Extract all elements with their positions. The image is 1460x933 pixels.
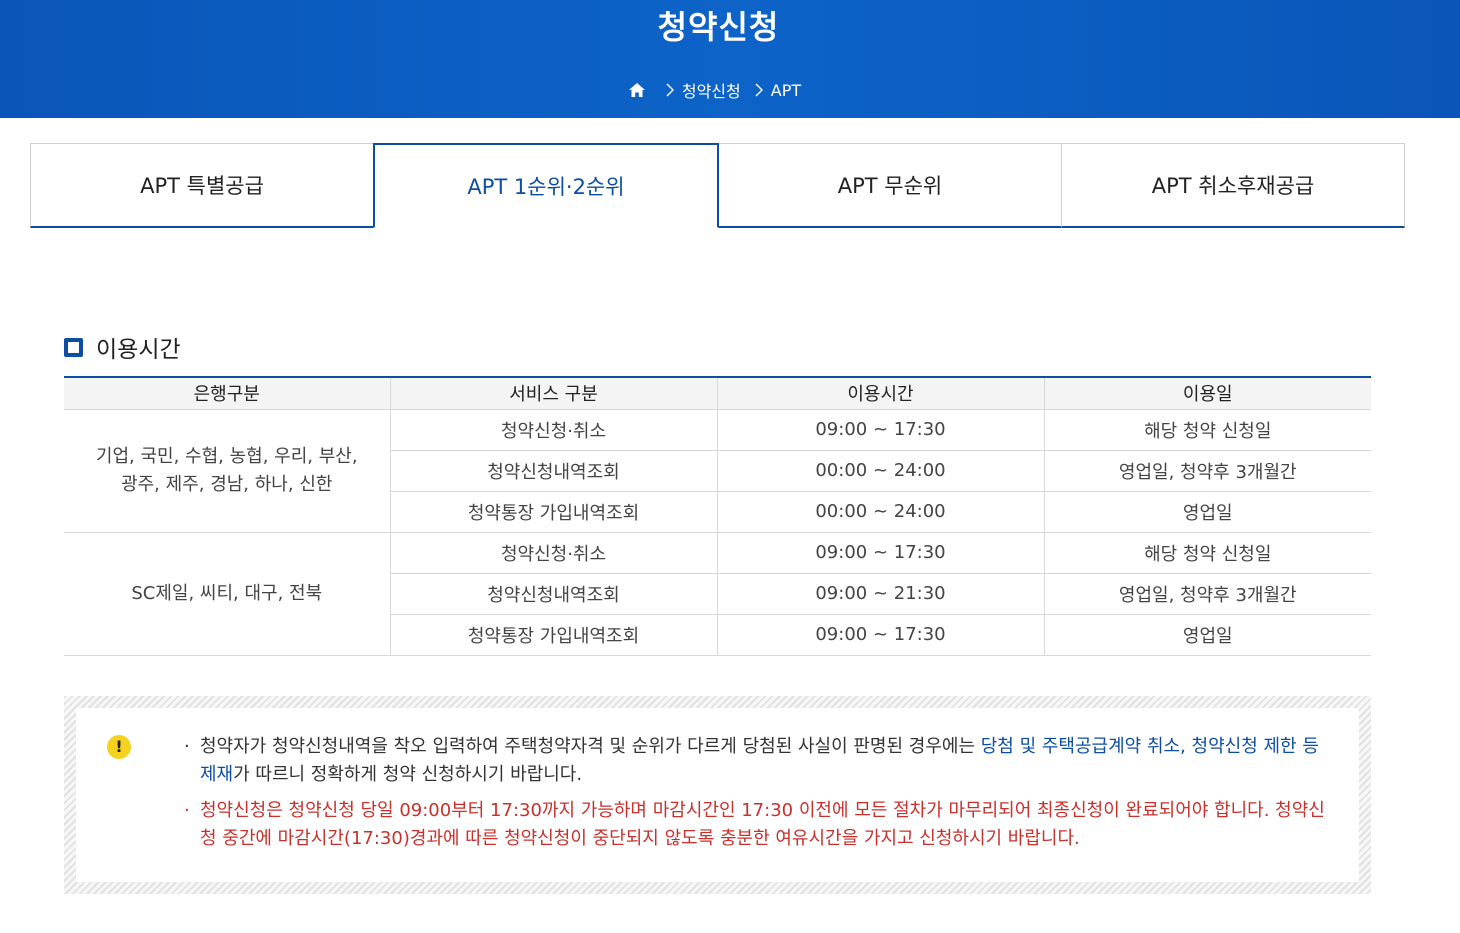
bank-line: 기업, 국민, 수협, 농협, 우리, 부산, bbox=[95, 445, 358, 467]
service-cell: 청약신청·취소 bbox=[389, 409, 717, 451]
exclamation-icon: ! bbox=[107, 735, 131, 759]
bank-line: 광주, 제주, 경남, 하나, 신한 bbox=[121, 473, 333, 495]
day-cell: 영업일 bbox=[1043, 491, 1371, 533]
breadcrumb-item[interactable]: 청약신청 bbox=[682, 78, 741, 102]
time-cell: 00:00 ~ 24:00 bbox=[716, 491, 1044, 533]
time-cell: 09:00 ~ 17:30 bbox=[716, 409, 1044, 451]
page-banner: 청약신청 청약신청 APT bbox=[0, 0, 1460, 118]
column-header: 은행구분 bbox=[64, 376, 390, 410]
table-row: 기업, 국민, 수협, 농협, 우리, 부산, 광주, 제주, 경남, 하나, … bbox=[64, 409, 1371, 533]
service-cell: 청약신청내역조회 bbox=[389, 573, 717, 615]
notice-text: 청약자가 청약신청내역을 착오 입력하여 주택청약자격 및 순위가 다르게 당첨… bbox=[200, 736, 981, 757]
bank-group-cell: 기업, 국민, 수협, 농협, 우리, 부산, 광주, 제주, 경남, 하나, … bbox=[64, 409, 390, 533]
notice-text: 가 따르니 정확하게 청약 신청하시기 바랍니다. bbox=[233, 764, 583, 785]
column-header: 이용시간 bbox=[716, 376, 1044, 410]
time-cell: 09:00 ~ 21:30 bbox=[716, 573, 1044, 615]
section-heading: 이용시간 bbox=[64, 330, 181, 364]
notice-item: 청약자가 청약신청내역을 착오 입력하여 주택청약자격 및 순위가 다르게 당첨… bbox=[184, 733, 1334, 789]
service-cell: 청약신청·취소 bbox=[389, 532, 717, 574]
usage-time-table: 은행구분 서비스 구분 이용시간 이용일 기업, 국민, 수협, 농협, 우리,… bbox=[64, 376, 1371, 656]
tab-no-rank[interactable]: APT 무순위 bbox=[718, 143, 1062, 228]
home-icon[interactable] bbox=[628, 81, 646, 99]
tab-resupply[interactable]: APT 취소후재공급 bbox=[1061, 143, 1405, 228]
column-header: 서비스 구분 bbox=[389, 376, 717, 410]
service-cell: 청약통장 가입내역조회 bbox=[389, 614, 717, 656]
chevron-right-icon bbox=[666, 83, 674, 97]
bank-group-cell: SC제일, 씨티, 대구, 전북 bbox=[64, 532, 390, 656]
section-title: 이용시간 bbox=[96, 337, 181, 363]
tab-special-supply[interactable]: APT 특별공급 bbox=[30, 143, 374, 228]
service-cell: 청약통장 가입내역조회 bbox=[389, 491, 717, 533]
table-header-row: 은행구분 서비스 구분 이용시간 이용일 bbox=[64, 376, 1371, 410]
notice-content: ! 청약자가 청약신청내역을 착오 입력하여 주택청약자격 및 순위가 다르게 … bbox=[76, 708, 1359, 882]
page-title: 청약신청 bbox=[657, 8, 780, 46]
notice-item-warning: 청약신청은 청약신청 당일 09:00부터 17:30까지 가능하며 마감시간인… bbox=[184, 797, 1334, 853]
tab-bar: APT 특별공급 APT 1순위·2순위 APT 무순위 APT 취소후재공급 bbox=[30, 143, 1405, 228]
time-cell: 09:00 ~ 17:30 bbox=[716, 614, 1044, 656]
service-cell: 청약신청내역조회 bbox=[389, 450, 717, 492]
day-cell: 해당 청약 신청일 bbox=[1043, 409, 1371, 451]
notice-list: 청약자가 청약신청내역을 착오 입력하여 주택청약자격 및 순위가 다르게 당첨… bbox=[184, 733, 1334, 861]
breadcrumb: 청약신청 APT bbox=[0, 78, 1437, 102]
day-cell: 영업일, 청약후 3개월간 bbox=[1043, 450, 1371, 492]
day-cell: 영업일, 청약후 3개월간 bbox=[1043, 573, 1371, 615]
table-row: SC제일, 씨티, 대구, 전북 청약신청·취소 09:00 ~ 17:30 해… bbox=[64, 532, 1371, 656]
time-cell: 00:00 ~ 24:00 bbox=[716, 450, 1044, 492]
column-header: 이용일 bbox=[1043, 376, 1371, 410]
chevron-right-icon bbox=[755, 83, 763, 97]
square-bullet-icon bbox=[64, 337, 83, 357]
tab-first-second-rank[interactable]: APT 1순위·2순위 bbox=[373, 143, 719, 228]
day-cell: 영업일 bbox=[1043, 614, 1371, 656]
notice-box: ! 청약자가 청약신청내역을 착오 입력하여 주택청약자격 및 순위가 다르게 … bbox=[64, 696, 1371, 894]
time-cell: 09:00 ~ 17:30 bbox=[716, 532, 1044, 574]
day-cell: 해당 청약 신청일 bbox=[1043, 532, 1371, 574]
breadcrumb-item[interactable]: APT bbox=[771, 81, 801, 100]
bank-line: SC제일, 씨티, 대구, 전북 bbox=[131, 582, 323, 604]
